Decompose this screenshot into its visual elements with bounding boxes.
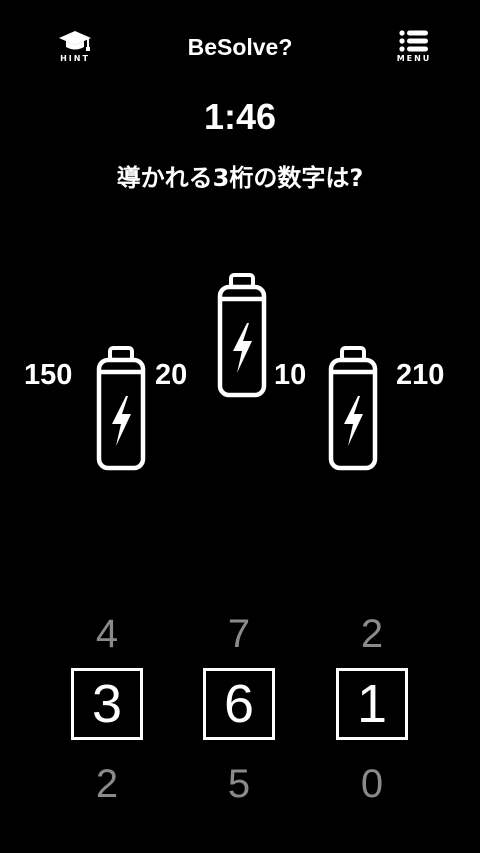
digit-1-selector[interactable]: 3: [71, 668, 143, 740]
clue-number-4: 210: [396, 359, 445, 391]
digit-3-next[interactable]: 0: [332, 762, 412, 806]
menu-label: MENU: [396, 54, 432, 63]
menu-button[interactable]: MENU: [384, 30, 444, 70]
digit-3-selector[interactable]: 1: [336, 668, 408, 740]
digit-2-next[interactable]: 5: [199, 762, 279, 806]
question-text: 導かれる3桁の数字は?: [116, 164, 364, 192]
digit-3-prev[interactable]: 2: [332, 612, 412, 656]
countdown-timer: 1:46: [203, 96, 277, 137]
list-menu-icon: [399, 30, 428, 52]
digit-1-prev[interactable]: 4: [67, 612, 147, 656]
battery-icon: [217, 273, 267, 398]
battery-icon: [328, 346, 378, 471]
digit-1-next[interactable]: 2: [67, 762, 147, 806]
clue-number-1: 150: [24, 359, 73, 391]
clue-number-3: 10: [274, 359, 307, 391]
clue-number-2: 20: [155, 359, 188, 391]
digit-2-prev[interactable]: 7: [199, 612, 279, 656]
digit-2-selector[interactable]: 6: [203, 668, 275, 740]
battery-icon: [96, 346, 146, 471]
